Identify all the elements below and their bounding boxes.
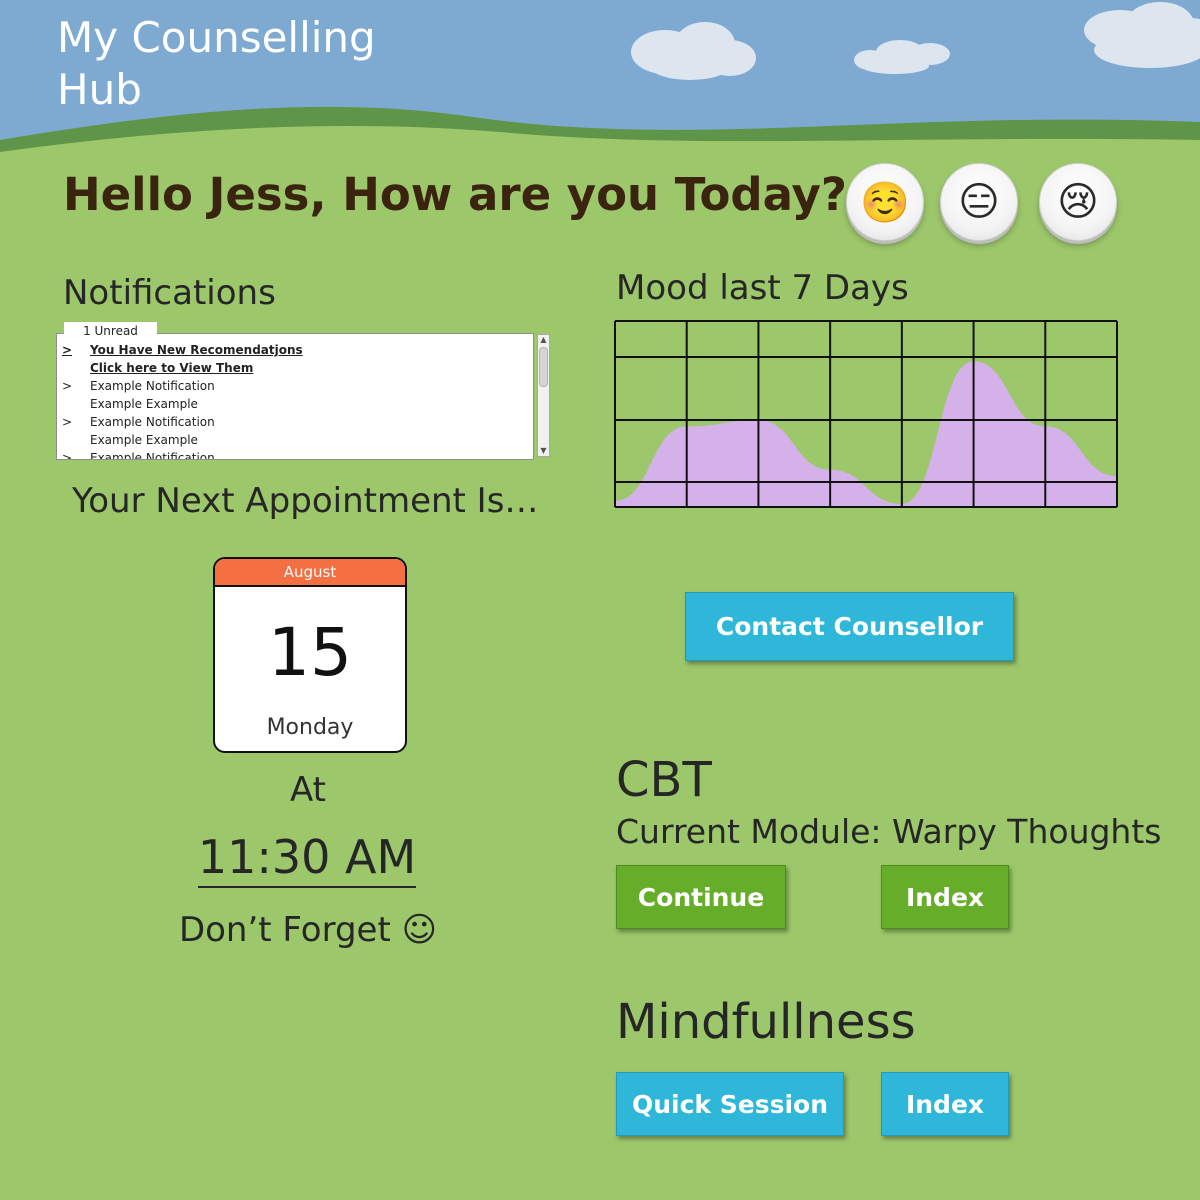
mindfulness-quick-session-button[interactable]: Quick Session (616, 1072, 844, 1136)
chevron-right-icon: > (62, 343, 73, 357)
notification-item[interactable]: > Example Notification (57, 449, 533, 460)
mindfulness-heading: Mindfullness (616, 994, 916, 1050)
appointment-heading: Your Next Appointment Is… (72, 481, 539, 521)
notifications-scrollbar[interactable]: ▲ ▼ (537, 334, 550, 457)
greeting-heading: Hello Jess, How are you Today? (63, 168, 847, 221)
mood-chart-title: Mood last 7 Days (616, 268, 909, 308)
cbt-current-module: Current Module: Warpy Thoughts (616, 812, 1162, 851)
contact-counsellor-button[interactable]: Contact Counsellor (685, 592, 1014, 661)
cbt-heading: CBT (616, 752, 712, 808)
appointment-time: 11:30 AM (196, 830, 418, 888)
notification-item[interactable]: Example Example (57, 431, 533, 449)
notification-item[interactable]: > You Have New Recomendatjons (57, 341, 533, 359)
mood-chart (614, 320, 1118, 508)
chevron-right-icon: > (62, 379, 73, 393)
cbt-continue-button[interactable]: Continue (616, 865, 786, 929)
notifications-heading: Notifications (63, 273, 276, 313)
notification-item[interactable]: Example Example (57, 395, 533, 413)
mood-area-series (615, 361, 1117, 507)
mood-neutral-button[interactable]: 😑 (940, 163, 1018, 241)
at-label: At (290, 770, 326, 810)
scroll-up-icon[interactable]: ▲ (538, 335, 549, 345)
notification-text: You Have New Recomendatjons (90, 343, 303, 357)
notification-text: Example Notification (90, 379, 215, 393)
notification-text: Example Example (90, 397, 198, 411)
cbt-index-button[interactable]: Index (881, 865, 1009, 929)
notifications-list[interactable]: > You Have New Recomendatjons Click here… (56, 333, 534, 460)
mood-happy-button[interactable]: ☺️ (846, 163, 924, 241)
app-title: My Counselling Hub (57, 13, 376, 114)
notification-text: Example Notification (90, 451, 215, 460)
reminder-text: Don’t Forget ☺ (178, 910, 438, 950)
mindfulness-index-button[interactable]: Index (881, 1072, 1009, 1136)
notification-item[interactable]: > Example Notification (57, 377, 533, 395)
scroll-thumb[interactable] (539, 347, 548, 387)
appointment-calendar: August 15 Monday (213, 557, 407, 753)
notification-link[interactable]: Click here to View Them (90, 359, 253, 377)
appointment-time-value: 11:30 AM (197, 830, 417, 888)
mood-sad-button[interactable]: 😢 (1039, 163, 1117, 241)
notification-text: Example Example (90, 433, 198, 447)
smiling-face-icon: ☺️ (860, 179, 910, 226)
calendar-weekday: Monday (266, 715, 354, 740)
neutral-face-icon: 😑 (958, 179, 1000, 225)
crying-face-icon: 😢 (1057, 179, 1099, 225)
calendar-day: 15 (268, 614, 352, 691)
notification-item[interactable]: > Example Notification (57, 413, 533, 431)
chevron-right-icon: > (62, 415, 73, 429)
notification-text: Example Notification (90, 415, 215, 429)
unread-count-tab: 1 Unread (64, 322, 157, 338)
scroll-down-icon[interactable]: ▼ (538, 446, 549, 456)
notification-item[interactable]: Click here to View Them (57, 359, 533, 377)
chevron-right-icon: > (62, 451, 73, 460)
calendar-month: August (215, 559, 405, 587)
